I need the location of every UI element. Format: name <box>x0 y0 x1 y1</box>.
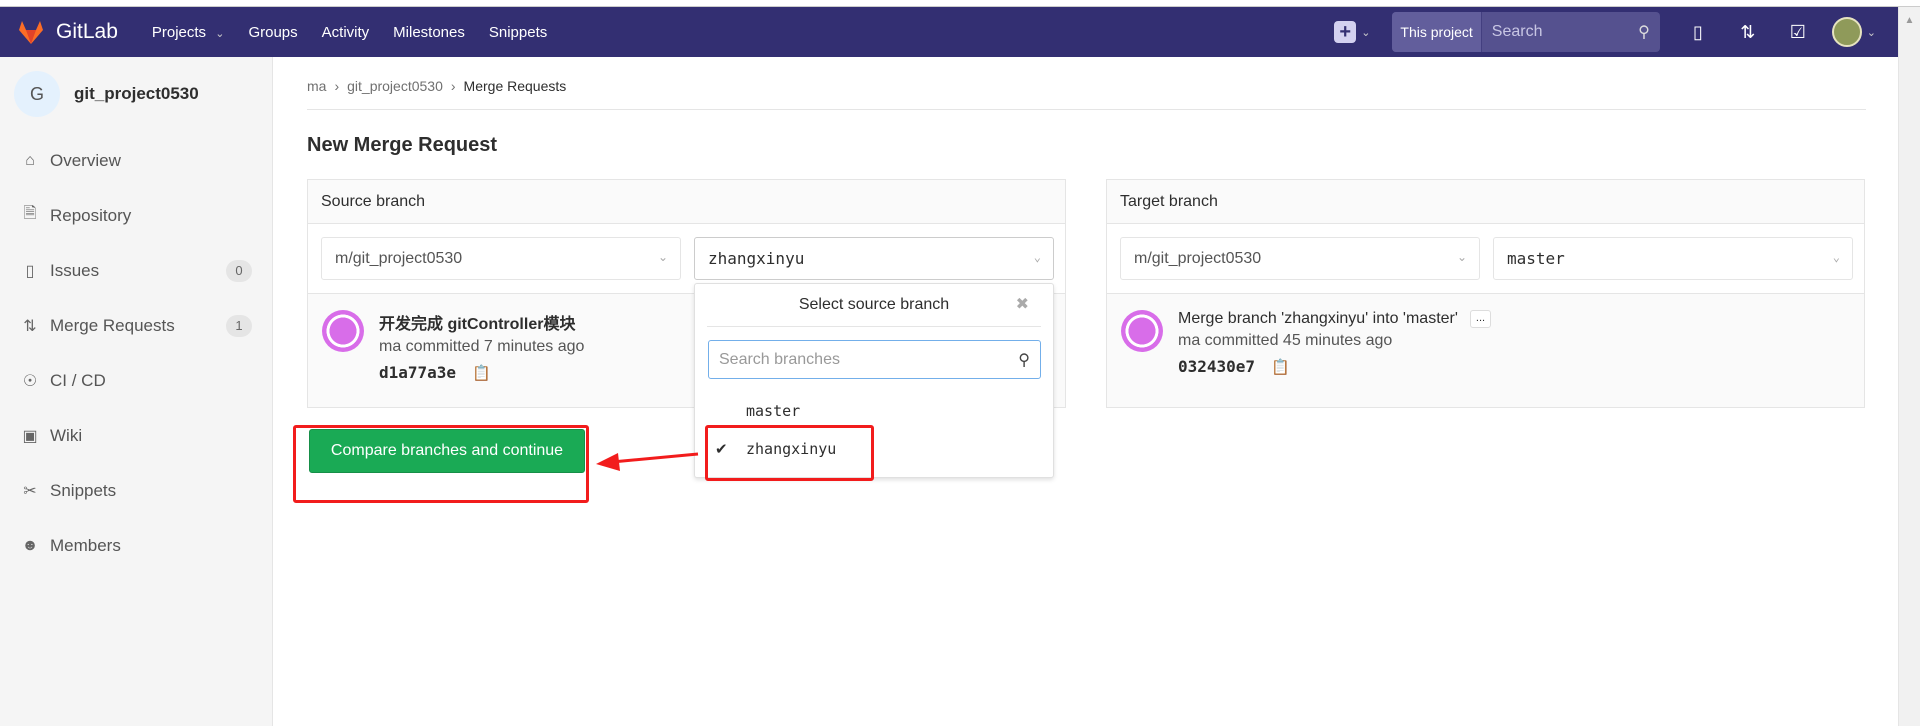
close-icon[interactable]: ✖ <box>1016 294 1029 314</box>
crumb-project[interactable]: git_project0530 <box>347 78 443 94</box>
chevron-down-icon: ⌄ <box>1033 250 1041 264</box>
nav-groups[interactable]: Groups <box>248 24 297 41</box>
target-project-select[interactable]: m/git_project0530 ⌄ <box>1120 237 1480 280</box>
sidebar-item-merge-requests[interactable]: ⇅ Merge Requests 1 <box>0 298 272 353</box>
search-scope[interactable]: This project <box>1392 12 1482 52</box>
search-input[interactable]: Search ⚲ <box>1482 12 1660 52</box>
crumb-ma[interactable]: ma <box>307 78 326 94</box>
chevron-down-icon: ⌄ <box>1832 250 1840 264</box>
scissors-icon: ✂ <box>23 482 37 500</box>
copy-icon[interactable]: 📋 <box>472 364 491 382</box>
search-icon: ⚲ <box>1638 24 1650 41</box>
commit-author-avatar <box>322 310 364 352</box>
new-dropdown-button[interactable]: + ⌄ <box>1334 21 1370 43</box>
scrollbar[interactable]: ▲ <box>1898 7 1920 726</box>
mr-count-badge: 1 <box>226 314 252 337</box>
nav-activity[interactable]: Activity <box>322 24 370 41</box>
breadcrumb: ma › git_project0530 › Merge Requests <box>307 78 1866 94</box>
project-name: git_project0530 <box>74 84 199 103</box>
users-icon: ☻ <box>21 536 39 554</box>
crumb-merge-requests[interactable]: Merge Requests <box>464 78 567 94</box>
divider <box>307 109 1866 110</box>
commit-sha[interactable]: d1a77a3e <box>379 363 456 382</box>
nav-snippets[interactable]: Snippets <box>489 24 547 41</box>
source-branch-select[interactable]: zhangxinyu ⌄ <box>694 237 1054 280</box>
project-header[interactable]: G git_project0530 <box>0 57 272 117</box>
commit-sha[interactable]: 032430e7 <box>1178 357 1255 376</box>
crumb-sep: › <box>334 78 340 94</box>
merge-request-icon: ⇅ <box>23 317 37 335</box>
commit-author-avatar <box>1121 310 1163 352</box>
annotation-box-option <box>705 425 874 481</box>
source-project-select[interactable]: m/git_project0530 ⌄ <box>321 237 681 280</box>
doc-icon: 🗎 <box>23 205 37 222</box>
sidebar-item-members[interactable]: ☻ Members <box>0 518 272 573</box>
issues-count-badge: 0 <box>226 259 252 282</box>
todo-icon[interactable]: ☑ <box>1786 22 1810 43</box>
top-navbar: GitLab Projects ⌄ Groups Activity Milest… <box>0 7 1898 57</box>
rocket-icon: ☉ <box>22 372 38 390</box>
annotation-box-button <box>293 425 589 503</box>
nav-projects[interactable]: Projects ⌄ <box>152 24 225 41</box>
panel-heading: Target branch <box>1107 180 1864 224</box>
book-icon: ▣ <box>22 427 38 445</box>
project-avatar: G <box>14 71 60 117</box>
scroll-up-icon[interactable]: ▲ <box>1899 15 1920 26</box>
sidebar-item-ci-cd[interactable]: ☉ CI / CD <box>0 353 272 408</box>
chevron-down-icon[interactable]: ⌄ <box>1867 26 1876 39</box>
user-avatar[interactable] <box>1831 17 1862 47</box>
branch-search-input[interactable]: Search branches ⚲ <box>708 340 1041 379</box>
expand-message-button[interactable]: ... <box>1469 310 1492 328</box>
search-icon: ⚲ <box>1018 351 1030 369</box>
dropdown-title: Select source branch <box>798 296 950 313</box>
home-icon: ⌂ <box>25 151 35 169</box>
sidebar-item-issues[interactable]: ▯ Issues 0 <box>0 243 272 298</box>
search-box[interactable]: This project Search ⚲ <box>1392 12 1660 52</box>
copy-icon[interactable]: 📋 <box>1271 358 1290 376</box>
chevron-down-icon: ⌄ <box>1361 26 1371 39</box>
page-title: New Merge Request <box>307 134 498 156</box>
brand-name: GitLab <box>56 20 118 43</box>
target-branch-panel: Target branch m/git_project0530 ⌄ master ⌄… <box>1106 179 1865 408</box>
tanuki-icon <box>19 20 43 44</box>
sidebar: G git_project0530 ⌂ Overview 🗎 Repository … <box>0 57 273 726</box>
crumb-sep: › <box>450 78 456 94</box>
sidebar-item-snippets[interactable]: ✂ Snippets <box>0 463 272 518</box>
plus-icon: + <box>1334 21 1357 43</box>
sidebar-item-wiki[interactable]: ▣ Wiki <box>0 408 272 463</box>
browser-top-strip <box>0 0 1920 7</box>
chevron-down-icon: ⌄ <box>657 250 668 264</box>
sidebar-item-repository[interactable]: 🗎 Repository <box>0 188 272 243</box>
annotation-arrow <box>596 452 699 471</box>
merge-request-icon[interactable]: ⇅ <box>1736 22 1760 43</box>
issues-icon: ▯ <box>25 262 35 280</box>
target-branch-select[interactable]: master ⌄ <box>1493 237 1853 280</box>
issues-icon[interactable]: ▯ <box>1686 22 1710 43</box>
main-content: ma › git_project0530 › Merge Requests New … <box>307 57 1866 478</box>
chevron-down-icon: ⌄ <box>1456 250 1467 264</box>
panel-heading: Source branch <box>308 180 1065 224</box>
commit-meta: ma committed 45 minutes ago <box>1178 332 1393 349</box>
target-commit: Merge branch 'zhangxinyu' into 'master'.… <box>1107 294 1864 376</box>
nav-milestones[interactable]: Milestones <box>393 24 465 41</box>
commit-title[interactable]: Merge branch 'zhangxinyu' into 'master' <box>1178 310 1458 328</box>
sidebar-item-overview[interactable]: ⌂ Overview <box>0 133 272 188</box>
gitlab-logo[interactable]: GitLab <box>18 20 118 45</box>
